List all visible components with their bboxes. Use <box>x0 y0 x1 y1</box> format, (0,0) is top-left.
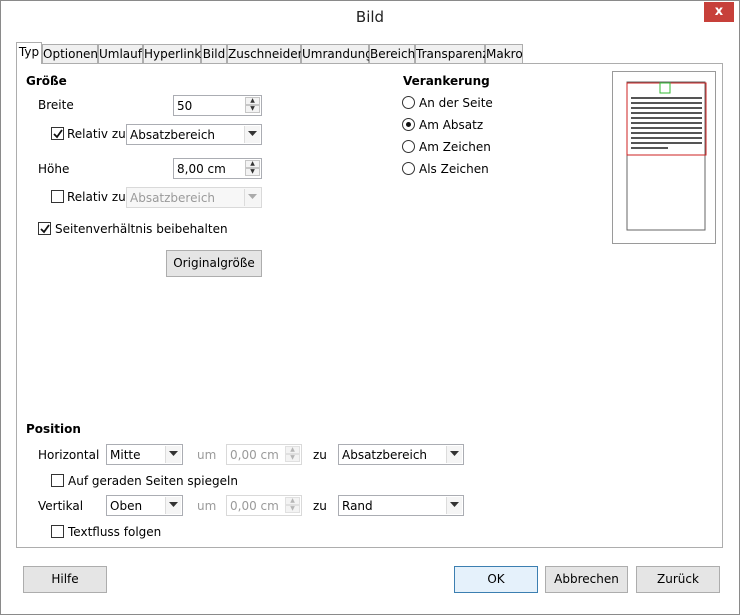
vertical-combo[interactable]: Oben <box>106 495 183 516</box>
chevron-down-icon <box>446 497 462 514</box>
width-relative-checkbox[interactable] <box>51 127 64 140</box>
height-value: 8,00 cm <box>177 162 226 176</box>
spin-down-icon[interactable]: ▼ <box>245 168 260 176</box>
tab-transparenz[interactable]: Transparenz <box>415 44 489 63</box>
anchor-option-label: Am Absatz <box>419 118 484 132</box>
mirror-label: Auf geraden Seiten spiegeln <box>68 474 238 488</box>
vertical-by-value: 0,00 cm <box>230 499 279 513</box>
tab-umlauf[interactable]: Umlauf <box>98 44 143 63</box>
close-button[interactable]: x <box>704 2 734 22</box>
vertical-to-value: Rand <box>342 499 373 513</box>
title-bar: Bild x <box>1 1 739 33</box>
vertical-value: Oben <box>110 499 143 513</box>
anchor-option-label: Am Zeichen <box>419 140 491 154</box>
original-size-button[interactable]: Originalgröße <box>166 250 262 277</box>
tab-panel-typ: Größe Breite 50 ▲ ▼ Relativ zu Absatzbere… <box>16 63 723 548</box>
anchor-heading: Verankerung <box>403 74 490 88</box>
radio-als-zeichen[interactable] <box>402 162 415 175</box>
chevron-down-icon <box>244 189 260 206</box>
size-heading: Größe <box>26 74 67 88</box>
height-relative-value: Absatzbereich <box>130 191 216 205</box>
mirror-checkbox[interactable] <box>51 474 64 487</box>
position-preview <box>612 71 716 244</box>
cancel-button[interactable]: Abbrechen <box>545 566 628 593</box>
width-relative-combo[interactable]: Absatzbereich <box>126 124 262 145</box>
follow-text-flow-checkbox[interactable] <box>51 525 64 538</box>
vertical-by-label: um <box>197 499 217 513</box>
tab-zuschneiden[interactable]: Zuschneiden <box>227 44 305 63</box>
height-relative-checkbox[interactable] <box>51 190 64 203</box>
tab-makro[interactable]: Makro <box>485 44 523 63</box>
horizontal-by-value: 0,00 cm <box>230 448 279 462</box>
ok-button[interactable]: OK <box>454 566 538 593</box>
keep-ratio-label: Seitenverhältnis beibehalten <box>55 222 228 236</box>
spin-up-icon[interactable]: ▲ <box>245 97 260 105</box>
width-label: Breite <box>38 98 74 112</box>
spin-up-icon[interactable]: ▲ <box>285 446 300 454</box>
keep-ratio-checkbox[interactable] <box>38 222 51 235</box>
close-icon: x <box>714 4 724 19</box>
tab-typ[interactable]: Typ <box>16 42 42 64</box>
spin-up-icon[interactable]: ▲ <box>285 497 300 505</box>
width-spinbox[interactable]: 50 ▲ ▼ <box>173 95 262 116</box>
horizontal-value: Mitte <box>110 448 141 462</box>
vertical-to-label: zu <box>313 499 327 513</box>
height-spinbox[interactable]: 8,00 cm ▲ ▼ <box>173 158 262 179</box>
chevron-down-icon <box>165 497 181 514</box>
checkmark-icon <box>53 129 63 139</box>
vertical-to-combo[interactable]: Rand <box>338 495 464 516</box>
reset-button[interactable]: Zurück <box>636 566 720 593</box>
width-value: 50 <box>177 99 193 113</box>
radio-an-der-seite[interactable] <box>402 96 415 109</box>
tab-umrandung[interactable]: Umrandung <box>301 44 373 63</box>
vertical-label: Vertikal <box>38 499 84 513</box>
dialog-window: Bild x Typ Optionen Umlauf Hyperlink Bil… <box>0 0 740 615</box>
checkmark-icon <box>40 224 50 234</box>
chevron-down-icon <box>244 126 260 143</box>
tab-bereich[interactable]: Bereich <box>369 44 415 63</box>
height-relative-label: Relativ zu <box>67 190 126 204</box>
spin-up-icon[interactable]: ▲ <box>245 160 260 168</box>
anchor-option-label: An der Seite <box>419 96 493 110</box>
horizontal-by-label: um <box>197 448 217 462</box>
help-button[interactable]: Hilfe <box>23 566 107 593</box>
chevron-down-icon <box>165 446 181 463</box>
radio-am-zeichen[interactable] <box>402 140 415 153</box>
horizontal-to-label: zu <box>313 448 327 462</box>
horizontal-combo[interactable]: Mitte <box>106 444 183 465</box>
chevron-down-icon <box>446 446 462 463</box>
width-relative-label: Relativ zu <box>67 127 126 141</box>
spin-down-icon[interactable]: ▼ <box>285 505 300 513</box>
height-label: Höhe <box>38 162 70 176</box>
height-relative-combo[interactable]: Absatzbereich <box>126 187 262 208</box>
position-heading: Position <box>26 422 81 436</box>
follow-text-flow-label: Textfluss folgen <box>68 525 162 539</box>
page-preview-graphic <box>626 81 707 231</box>
width-relative-value: Absatzbereich <box>130 128 216 142</box>
horizontal-by-spinbox[interactable]: 0,00 cm ▲ ▼ <box>226 444 302 465</box>
horizontal-to-value: Absatzbereich <box>342 448 428 462</box>
window-title: Bild <box>355 8 385 26</box>
vertical-by-spinbox[interactable]: 0,00 cm ▲ ▼ <box>226 495 302 516</box>
spin-down-icon[interactable]: ▼ <box>285 454 300 462</box>
tab-bild[interactable]: Bild <box>201 44 227 63</box>
anchor-option-label: Als Zeichen <box>419 162 489 176</box>
tab-optionen[interactable]: Optionen <box>42 44 98 63</box>
horizontal-to-combo[interactable]: Absatzbereich <box>338 444 464 465</box>
spin-down-icon[interactable]: ▼ <box>245 105 260 113</box>
tab-hyperlink[interactable]: Hyperlink <box>143 44 201 63</box>
radio-am-absatz[interactable] <box>402 118 415 131</box>
horizontal-label: Horizontal <box>38 448 100 462</box>
